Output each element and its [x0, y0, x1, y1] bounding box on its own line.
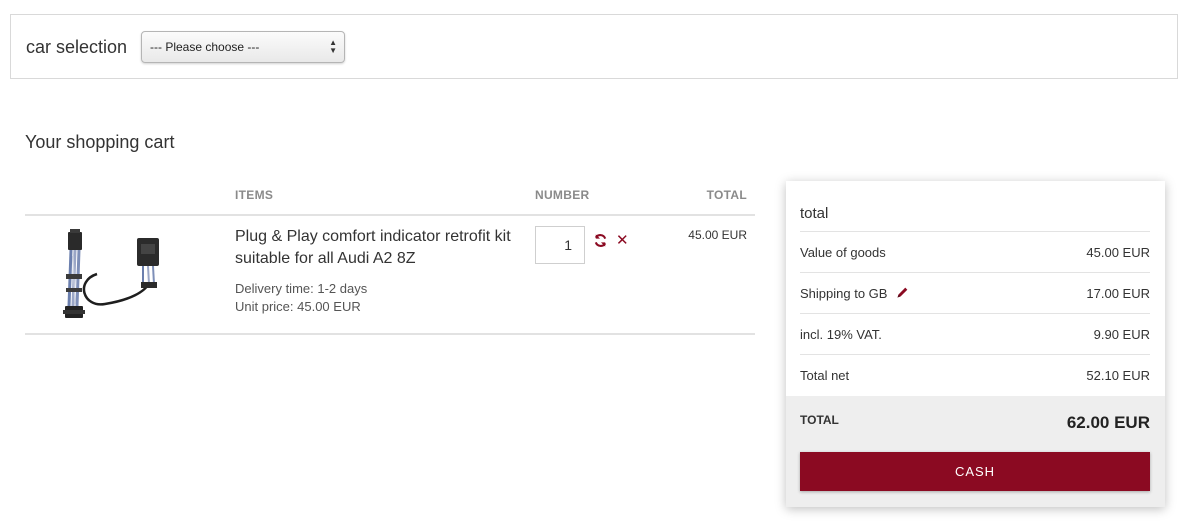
grand-total-value: 62.00 EUR: [1066, 413, 1150, 432]
summary-label-wrap: Shipping to GB: [800, 286, 909, 301]
summary-label: Value of goods: [800, 245, 886, 260]
summary-label: Total net: [800, 368, 850, 383]
quantity-input[interactable]: 1: [535, 226, 585, 264]
summary-title: total: [800, 205, 829, 222]
cart-title: Your shopping cart: [25, 132, 175, 152]
header-divider: [25, 214, 755, 216]
pencil-icon[interactable]: [896, 286, 909, 299]
product-name-link[interactable]: Plug & Play comfort indicator retrofit k…: [235, 226, 525, 270]
grand-total-label: TOTAL: [800, 413, 839, 427]
summary-total-band: TOTAL 62.00 EUR CASH: [786, 396, 1165, 507]
summary-label: incl. 19% VAT.: [800, 327, 882, 342]
summary-value: 45.00 EUR: [1086, 245, 1150, 260]
summary-row-vat: incl. 19% VAT. 9.90 EUR: [800, 313, 1150, 355]
row-divider: [25, 333, 755, 335]
car-selection-panel: car selection --- Please choose --- ▲ ▼: [10, 14, 1178, 79]
product-unit-price: Unit price: 45.00 EUR: [235, 299, 361, 314]
product-delivery-time: Delivery time: 1-2 days: [235, 281, 368, 296]
car-select-dropdown[interactable]: --- Please choose --- ▲ ▼: [141, 31, 345, 63]
car-selection-label: car selection: [26, 37, 128, 57]
checkout-button[interactable]: CASH: [800, 452, 1150, 491]
column-header-items: ITEMS: [235, 188, 274, 202]
column-header-number: NUMBER: [535, 188, 590, 202]
chevron-updown-icon: ▲ ▼: [329, 38, 337, 55]
summary-row-shipping: Shipping to GB 17.00 EUR: [800, 272, 1150, 314]
column-header-total: TOTAL: [706, 188, 747, 202]
summary-value: 52.10 EUR: [1086, 368, 1150, 383]
refresh-icon[interactable]: [593, 233, 608, 248]
summary-label: Shipping to GB: [800, 286, 888, 301]
order-summary: total Value of goods 45.00 EUR Shipping …: [786, 181, 1165, 507]
line-total: 45.00 EUR: [688, 228, 747, 242]
summary-value: 17.00 EUR: [1086, 286, 1150, 301]
summary-row-net: Total net 52.10 EUR: [800, 354, 1150, 396]
car-select-value: --- Please choose ---: [150, 40, 260, 54]
remove-icon[interactable]: ✕: [616, 233, 629, 248]
summary-row-goods: Value of goods 45.00 EUR: [800, 231, 1150, 273]
summary-value: 9.90 EUR: [1093, 327, 1150, 342]
product-image[interactable]: [35, 226, 185, 324]
